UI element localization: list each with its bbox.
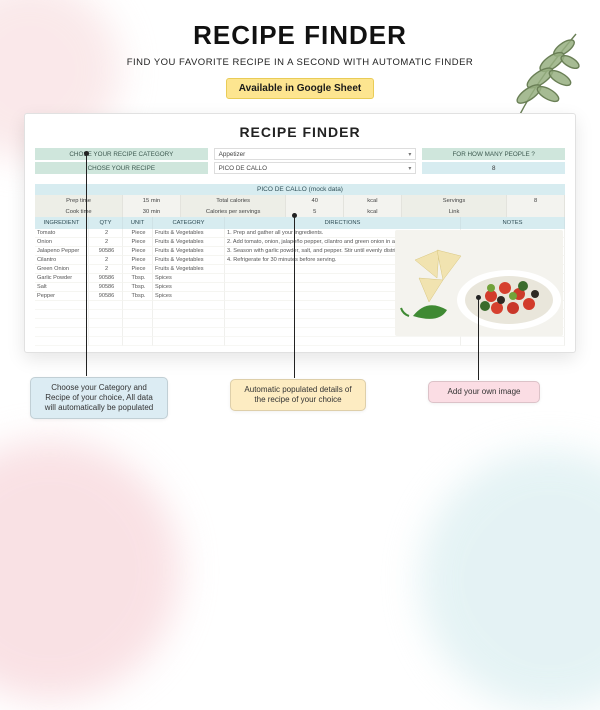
col-qty: QTY [89,217,123,229]
col-directions: DIRECTIONS [225,217,461,229]
spreadsheet-panel: RECIPE FINDER CHOSE YOUR RECIPE CATEGORY… [24,113,576,353]
category-dropdown[interactable]: Appetizer ▾ [214,148,417,160]
category-value: Appetizer [219,151,246,158]
category-label: CHOSE YOUR RECIPE CATEGORY [35,148,208,160]
page-title: RECIPE FINDER [0,20,600,51]
chevron-down-icon: ▾ [408,151,411,158]
col-notes: NOTES [461,217,565,229]
cook-value: 30 min [123,206,181,217]
recipe-image[interactable] [395,230,563,336]
callout-mid: Automatic populated details of the recip… [230,379,366,411]
prep-value: 15 min [123,195,181,206]
col-ingredient: INGREDIENT [35,217,89,229]
table-row [35,337,565,346]
availability-badge: Available in Google Sheet [226,78,374,99]
col-category: CATEGORY [153,217,225,229]
chevron-down-icon: ▾ [408,165,411,172]
recipe-value: PICO DE CALLO [219,165,267,172]
totcal-value: 40 [286,195,344,206]
servings-value: 8 [507,195,565,206]
link-cell [507,206,565,217]
page-subtitle: FIND YOU FAVORITE RECIPE IN A SECOND WIT… [0,57,600,68]
recipe-dropdown[interactable]: PICO DE CALLO ▾ [214,162,417,174]
prep-label: Prep time [35,195,123,206]
callout-left: Choose your Category and Recipe of your … [30,377,168,419]
people-label: FOR HOW MANY PEOPLE ? [422,148,565,160]
panel-title: RECIPE FINDER [35,124,565,140]
table-header: INGREDIENT QTY UNIT CATEGORY DIRECTIONS … [35,217,565,229]
totcal-unit: kcal [344,195,402,206]
recipe-label: CHOSE YOUR RECIPE [35,162,208,174]
perserv-unit: kcal [344,206,402,217]
servings-label: Servings [402,195,508,206]
callout-right: Add your own image [428,381,540,403]
col-unit: UNIT [123,217,153,229]
perserv-label: Calories per servings [181,206,287,217]
totcal-label: Total calories [181,195,287,206]
link-label: Link [402,206,508,217]
people-value[interactable]: 8 [422,162,565,174]
cook-label: Cook time [35,206,123,217]
table-body: Tomato2PieceFruits & Vegetables1. Prep a… [35,229,565,346]
recipe-name-bar: PICO DE CALLO (mock data) [35,184,565,195]
